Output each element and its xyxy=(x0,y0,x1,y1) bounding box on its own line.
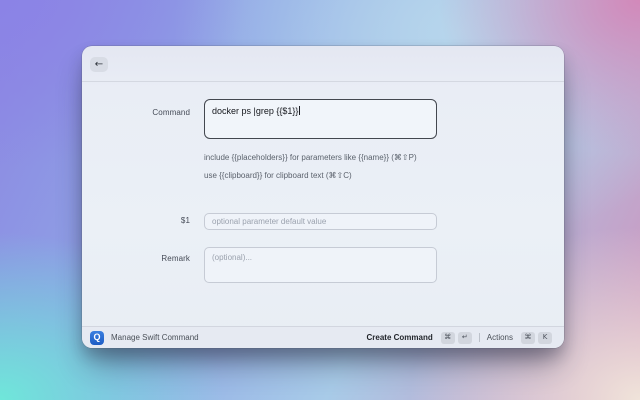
param1-input[interactable] xyxy=(204,213,437,230)
remark-row: Remark xyxy=(82,247,564,288)
window-header: ← xyxy=(82,46,564,82)
k-keycap: K xyxy=(538,331,552,344)
remark-label: Remark xyxy=(161,254,190,263)
help-placeholders-text: include {{placeholders}} for parameters … xyxy=(204,153,417,162)
swift-command-app-icon: Q xyxy=(90,330,104,345)
back-button[interactable]: ← xyxy=(90,57,108,72)
create-command-label: Create Command xyxy=(366,333,433,342)
param1-row: $1 xyxy=(82,212,564,230)
back-arrow-icon: ← xyxy=(94,58,104,70)
footer-actions-divider xyxy=(478,333,480,342)
create-command-button[interactable]: Create Command ⌘ ↵ xyxy=(366,331,472,344)
remark-textarea[interactable] xyxy=(204,247,437,283)
actions-button[interactable]: Actions ⌘ K xyxy=(486,331,552,344)
text-caret xyxy=(299,106,301,115)
command-text: docker ps |grep {{$1}} xyxy=(212,106,299,116)
return-keycap: ↵ xyxy=(457,331,472,344)
footer-app-name: Manage Swift Command xyxy=(111,333,199,342)
help-clipboard-text: use {{clipboard}} for clipboard text (⌘⇧… xyxy=(204,171,352,180)
command-label: Command xyxy=(152,108,190,117)
app-window: ← Command docker ps |grep {{$1}} include… xyxy=(82,46,564,348)
footer-bar: Q Manage Swift Command Create Command ⌘ … xyxy=(82,326,564,348)
command-row: Command docker ps |grep {{$1}} xyxy=(82,99,564,139)
cmd-keycap: ⌘ xyxy=(440,331,455,344)
param1-label: $1 xyxy=(180,216,190,225)
create-command-form: Command docker ps |grep {{$1}} include {… xyxy=(82,82,564,326)
cmd-keycap-2: ⌘ xyxy=(521,331,535,344)
command-textarea[interactable]: docker ps |grep {{$1}} xyxy=(204,99,437,139)
actions-label: Actions xyxy=(486,333,513,342)
app-chip: Q Manage Swift Command xyxy=(90,330,199,345)
command-help: include {{placeholders}} for parameters … xyxy=(204,151,444,182)
